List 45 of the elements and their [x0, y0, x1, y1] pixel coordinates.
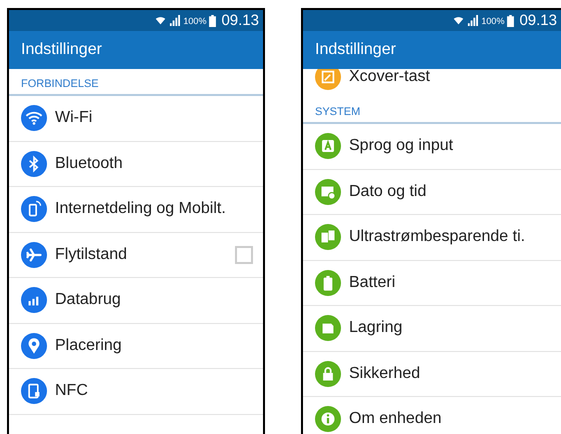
checkbox[interactable] [235, 246, 253, 264]
settings-item[interactable]: Placering [9, 324, 263, 369]
item-label: Batteri [349, 274, 396, 292]
settings-item[interactable]: Dato og tid [303, 170, 561, 215]
settings-item[interactable]: Batteri [303, 260, 561, 306]
battery-icon [209, 14, 216, 26]
item-label: Wi-Fi [55, 109, 94, 128]
item-label: Om enheden [349, 410, 443, 428]
wifi-icon [155, 15, 166, 26]
section-label: SYSTEM [315, 106, 360, 118]
settings-item[interactable]: Sikkerhed [303, 352, 561, 397]
item-label: Ultrastrømbesparende ti. [349, 228, 526, 246]
settings-item[interactable]: Xcover-tast [303, 69, 561, 97]
clock-time: 09.13 [221, 12, 259, 29]
signal-icon [169, 15, 180, 26]
settings-item[interactable]: Flytilstand [9, 232, 263, 278]
settings-item[interactable]: Internetdeling og Mobilt. [9, 187, 263, 232]
item-label: Sprog og input [349, 137, 454, 156]
screen-title: Indstillinger [21, 41, 102, 59]
settings-item[interactable]: Sprog og input [303, 124, 561, 170]
battery-percent: 100% [183, 16, 206, 26]
item-label: Sikkerhed [349, 364, 422, 383]
settings-item[interactable]: Ultrastrømbesparende ti. [303, 215, 561, 260]
item-label: Flytilstand [55, 246, 128, 264]
settings-item[interactable]: Lagring [303, 306, 561, 352]
settings-item[interactable]: Bluetooth [9, 142, 263, 187]
wifi-icon [453, 15, 464, 26]
item-label: Internetdeling og Mobilt. [55, 200, 227, 218]
item-label: Placering [55, 336, 123, 355]
battery-icon [507, 14, 514, 26]
item-label: NFC [55, 382, 89, 400]
item-label: Xcover-tast [349, 69, 431, 86]
item-label: Lagring [349, 319, 404, 338]
battery-percent: 100% [481, 16, 504, 26]
signal-icon [467, 15, 478, 26]
item-label: Bluetooth [55, 154, 124, 173]
settings-item[interactable]: Databrug [9, 278, 263, 324]
settings-item[interactable]: Wi-Fi [9, 96, 263, 142]
screen-title: Indstillinger [315, 41, 396, 59]
item-label: Databrug [55, 291, 122, 310]
settings-item[interactable]: NFC [9, 369, 263, 414]
item-label: Dato og tid [349, 182, 428, 201]
section-label: FORBINDELSE [21, 78, 99, 90]
settings-item[interactable]: Om enheden [303, 397, 561, 434]
clock-time: 09.13 [519, 12, 557, 29]
